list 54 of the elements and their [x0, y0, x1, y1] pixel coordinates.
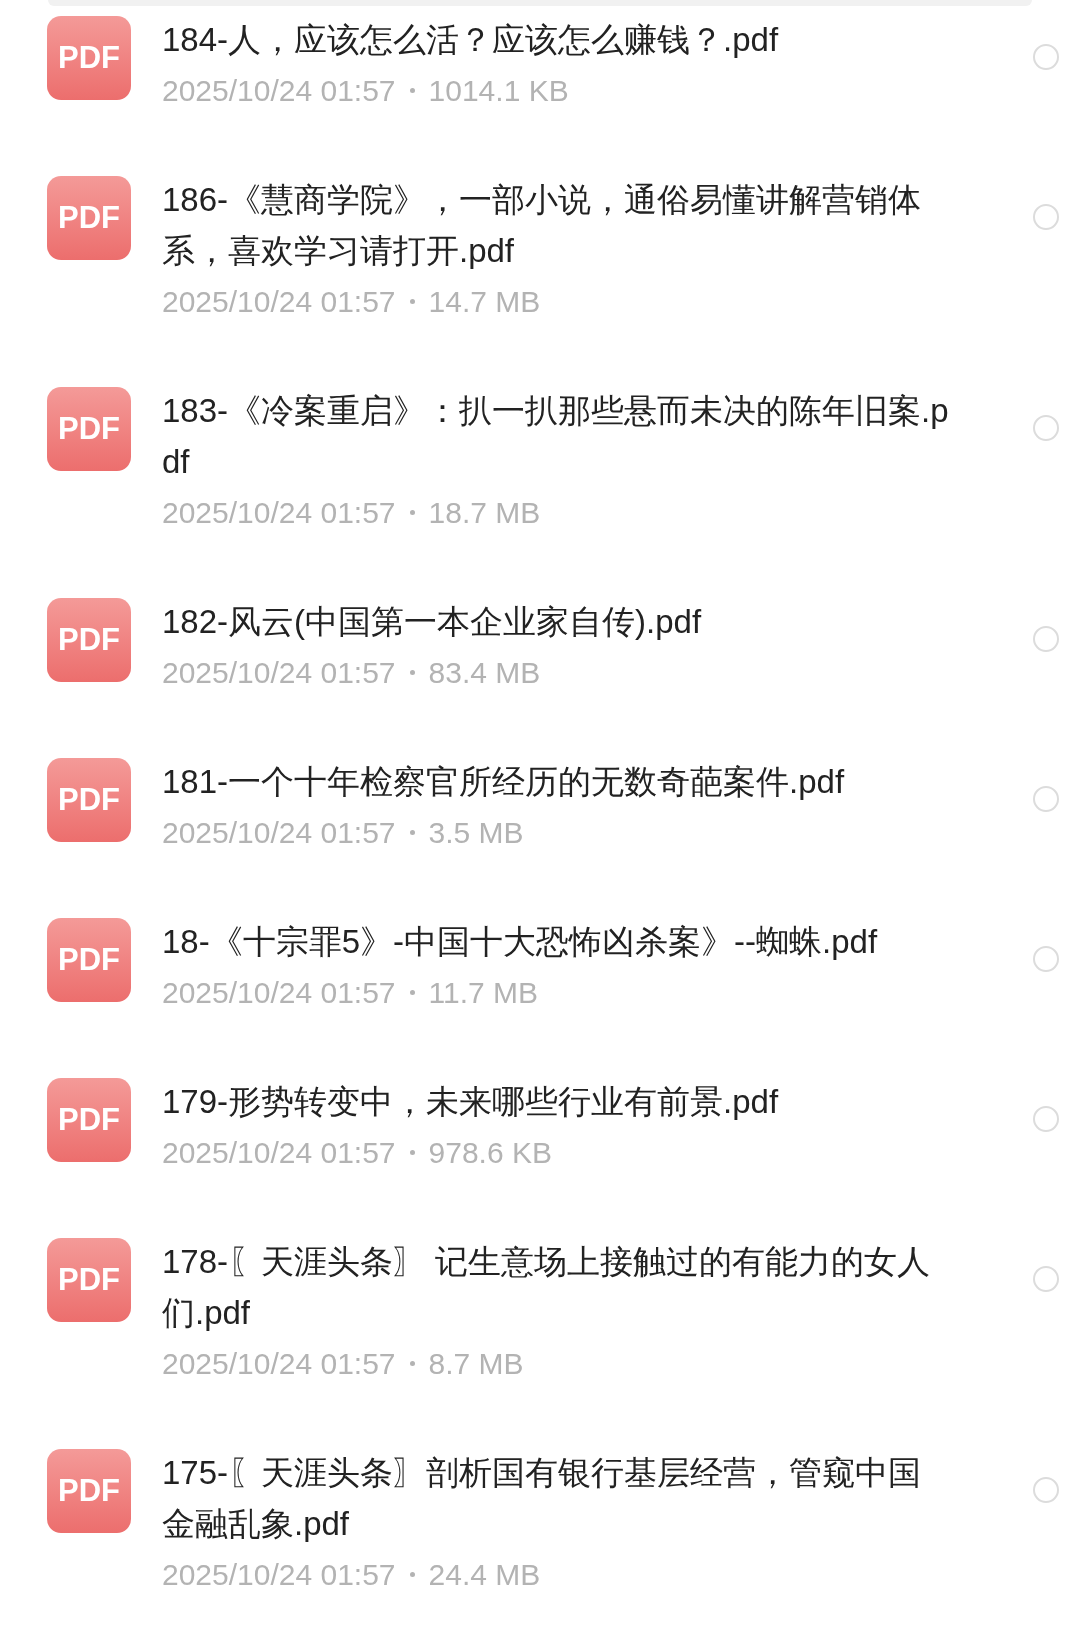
file-date: 2025/10/24 01:57: [162, 815, 396, 851]
select-radio[interactable]: [1033, 946, 1059, 972]
select-radio[interactable]: [1033, 1106, 1059, 1132]
file-date: 2025/10/24 01:57: [162, 1557, 396, 1593]
pdf-file-icon: PDF: [47, 918, 131, 1002]
pdf-file-icon: PDF: [47, 1238, 131, 1322]
file-name[interactable]: 18-《十宗罪5》-中国十大恐怖凶杀案》--蜘蛛.pdf: [162, 916, 952, 967]
file-date: 2025/10/24 01:57: [162, 73, 396, 109]
pdf-file-icon: PDF: [47, 1449, 131, 1533]
file-name[interactable]: 178-〖天涯头条〗 记生意场上接触过的有能力的女人们.pdf: [162, 1236, 952, 1338]
separator-dot-icon: [409, 1150, 415, 1155]
file-size: 18.7 MB: [428, 495, 541, 531]
file-name[interactable]: 181-一个十年检察官所经历的无数奇葩案件.pdf: [162, 756, 952, 807]
separator-dot-icon: [409, 1572, 415, 1577]
file-size: 978.6 KB: [428, 1135, 552, 1171]
file-date: 2025/10/24 01:57: [162, 1346, 396, 1382]
file-size: 14.7 MB: [428, 284, 541, 320]
file-name[interactable]: 175-〖天涯头条〗剖析国有银行基层经营，管窥中国金融乱象.pdf: [162, 1447, 952, 1549]
file-name[interactable]: 182-风云(中国第一本企业家自传).pdf: [162, 596, 952, 647]
pdf-file-icon: PDF: [47, 758, 131, 842]
separator-dot-icon: [409, 670, 415, 675]
file-size: 83.4 MB: [428, 655, 541, 691]
file-name[interactable]: 179-形势转变中，未来哪些行业有前景.pdf: [162, 1076, 952, 1127]
file-date: 2025/10/24 01:57: [162, 975, 396, 1011]
select-radio[interactable]: [1033, 44, 1059, 70]
separator-dot-icon: [409, 990, 415, 995]
select-radio[interactable]: [1033, 1477, 1059, 1503]
separator-dot-icon: [409, 299, 415, 304]
select-radio[interactable]: [1033, 1266, 1059, 1292]
file-size: 8.7 MB: [428, 1346, 524, 1382]
file-date: 2025/10/24 01:57: [162, 495, 396, 531]
separator-dot-icon: [409, 88, 415, 93]
select-radio[interactable]: [1033, 626, 1059, 652]
pdf-file-icon: PDF: [47, 176, 131, 260]
separator-dot-icon: [409, 1361, 415, 1366]
separator-dot-icon: [409, 830, 415, 835]
file-size: 3.5 MB: [428, 815, 524, 851]
select-radio[interactable]: [1033, 786, 1059, 812]
file-name[interactable]: 184-人，应该怎么活？应该怎么赚钱？.pdf: [162, 14, 952, 65]
separator-dot-icon: [409, 510, 415, 515]
pdf-file-icon: PDF: [47, 1078, 131, 1162]
select-radio[interactable]: [1033, 204, 1059, 230]
file-date: 2025/10/24 01:57: [162, 655, 396, 691]
file-size: 24.4 MB: [428, 1557, 541, 1593]
file-name[interactable]: 183-《冷案重启》：扒一扒那些悬而未决的陈年旧案.pdf: [162, 385, 952, 487]
pdf-file-icon: PDF: [47, 16, 131, 100]
file-date: 2025/10/24 01:57: [162, 284, 396, 320]
pdf-file-icon: PDF: [47, 387, 131, 471]
pdf-file-icon: PDF: [47, 598, 131, 682]
file-size: 1014.1 KB: [428, 73, 569, 109]
select-radio[interactable]: [1033, 415, 1059, 441]
file-name[interactable]: 186-《慧商学院》，一部小说，通俗易懂讲解营销体系，喜欢学习请打开.pdf: [162, 174, 952, 276]
file-date: 2025/10/24 01:57: [162, 1135, 396, 1171]
file-size: 11.7 MB: [428, 975, 539, 1011]
